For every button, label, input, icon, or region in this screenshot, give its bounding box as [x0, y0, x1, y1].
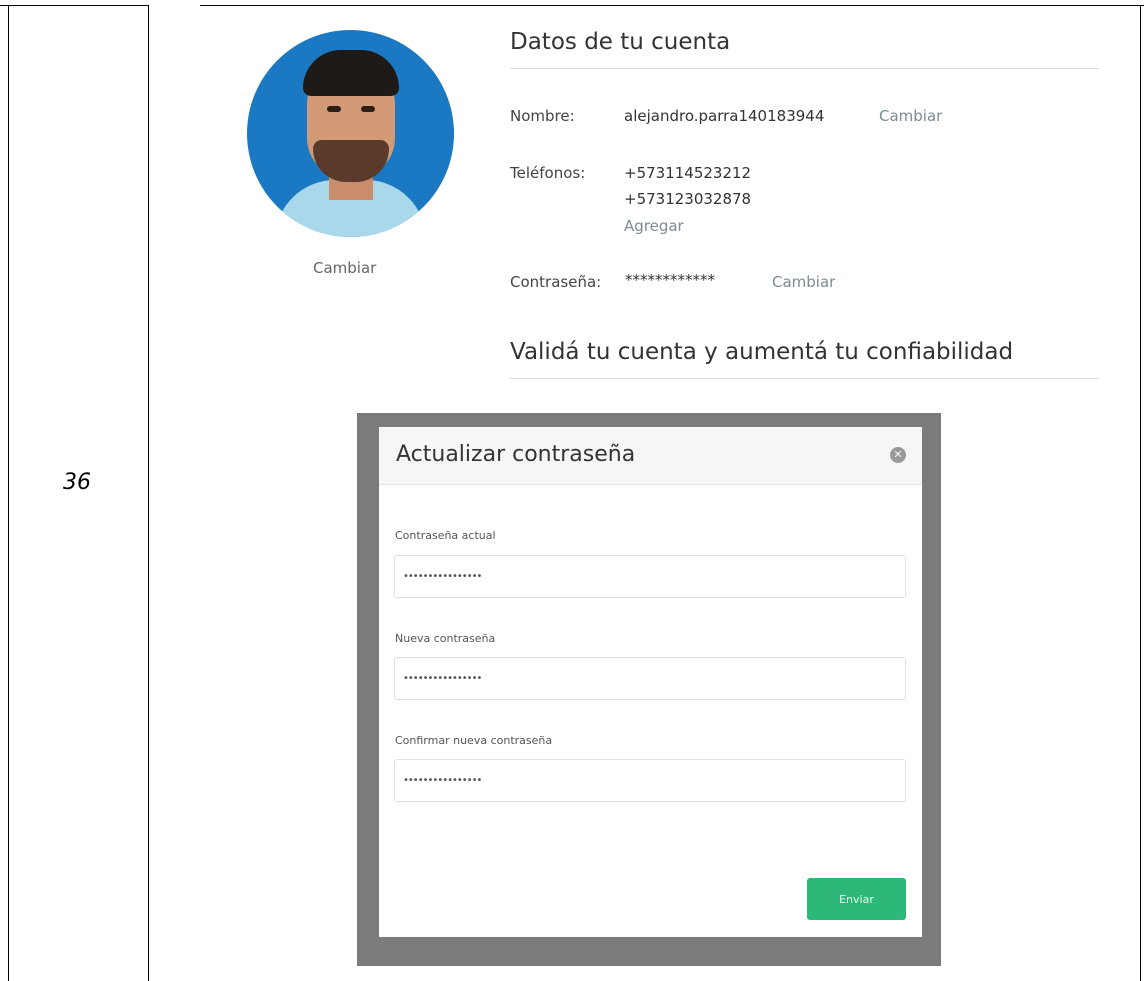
- table-top-border: [0, 5, 148, 6]
- table-top-border-right: [200, 5, 1144, 6]
- change-photo-link[interactable]: Cambiar: [313, 259, 376, 277]
- password-label: Contraseña:: [510, 273, 602, 291]
- submit-button[interactable]: Enviar: [807, 878, 906, 920]
- name-value: alejandro.parra140183944: [624, 107, 825, 125]
- current-password-input[interactable]: [394, 555, 906, 598]
- table-column-divider: [148, 5, 149, 981]
- phone-2: +573123032878: [624, 190, 752, 208]
- new-password-input[interactable]: [394, 657, 906, 700]
- table-left-border: [8, 5, 9, 981]
- divider: [510, 378, 1099, 379]
- modal-title: Actualizar contraseña: [396, 442, 636, 467]
- divider: [510, 68, 1099, 69]
- add-phone-link[interactable]: Agregar: [624, 217, 684, 235]
- password-value: ************: [625, 271, 715, 289]
- name-label: Nombre:: [510, 107, 575, 125]
- validate-section-title: Validá tu cuenta y aumentá tu confiabili…: [510, 339, 1014, 365]
- close-circle-icon[interactable]: ✕: [890, 447, 906, 463]
- phone-1: +573114523212: [624, 164, 752, 182]
- change-name-link[interactable]: Cambiar: [879, 107, 942, 125]
- row-number: 36: [63, 470, 91, 495]
- table-right-border: [1140, 5, 1141, 981]
- profile-photo: [247, 30, 454, 237]
- confirm-password-input[interactable]: [394, 759, 906, 802]
- change-password-link[interactable]: Cambiar: [772, 273, 835, 291]
- password-modal: Actualizar contraseña ✕ Contraseña actua…: [379, 427, 922, 937]
- current-password-label: Contraseña actual: [395, 529, 496, 542]
- new-password-label: Nueva contraseña: [395, 632, 496, 645]
- modal-screenshot: Actualizar contraseña ✕ Contraseña actua…: [357, 413, 941, 966]
- modal-header: Actualizar contraseña ✕: [379, 427, 922, 485]
- confirm-password-label: Confirmar nueva contraseña: [395, 734, 553, 747]
- phones-label: Teléfonos:: [510, 164, 586, 182]
- account-section-title: Datos de tu cuenta: [510, 29, 731, 55]
